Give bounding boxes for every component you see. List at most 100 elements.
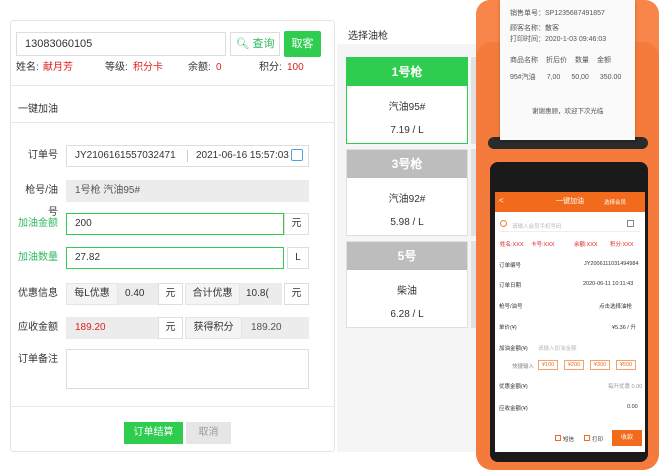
print-label: 打印 [592, 437, 604, 443]
nozzle-card[interactable]: 1号枪 汽油95# 7.19 / L [346, 57, 468, 144]
query-button[interactable]: 🔍︎ 查询 [230, 32, 280, 56]
divider [187, 150, 188, 162]
collect-payment-button[interactable]: 收款 [612, 430, 642, 446]
nozzle-fuel: 柴油 [397, 286, 417, 297]
nozzle-panel-title: 选择油枪 [348, 31, 388, 42]
sms-label: 短信 [563, 437, 575, 443]
receipt-col: 折后价 [546, 57, 567, 64]
nozzle-label: 枪号/油号 [25, 185, 58, 218]
receipt-header: 商品名称 折后价 数量 金额 [500, 45, 635, 66]
quick-amount-button[interactable]: ¥300 [590, 360, 611, 370]
balance-value: 0 [216, 62, 222, 73]
nozzle-price: 6.28 / L [390, 309, 424, 320]
receivable-value: 189.20 [66, 317, 158, 339]
receipt-cell: 7,00 [546, 74, 561, 81]
qty-input[interactable]: 27.82 [66, 247, 284, 269]
app-row-value: JY2006111031494984 [584, 261, 639, 267]
nozzle-fuel: 汽油92# [388, 194, 426, 205]
qty-label: 加油数量 [18, 252, 58, 263]
qty-unit: L [287, 247, 309, 269]
balance-label: 余额: [188, 62, 211, 73]
query-label: 查询 [252, 38, 275, 50]
member-phone-input[interactable]: 13083060105 [16, 32, 226, 56]
receivable-unit: 元 [158, 317, 183, 339]
quick-amount-button[interactable]: ¥100 [538, 360, 559, 370]
remark-label: 订单备注 [18, 354, 58, 365]
amount-label: 加油金额 [18, 218, 58, 229]
earn-points-value: 189.20 [242, 317, 309, 339]
settle-button[interactable]: 订单结算 [124, 422, 183, 444]
back-icon[interactable]: < [499, 196, 504, 205]
app-row-value: 0.00 [627, 404, 638, 410]
nozzle-card[interactable]: 3号枪 汽油92# 5.98 / L [346, 149, 468, 236]
nozzle-name: 5号 [347, 242, 467, 270]
receipt-line: 顾客名称：散客 [510, 25, 559, 32]
level-label: 等级: [105, 62, 128, 73]
total-discount-value: 10.8( [240, 283, 282, 305]
app-info: 卡号:XXX [531, 242, 555, 248]
per-l-unit: 元 [158, 283, 183, 305]
points-value: 100 [287, 62, 304, 73]
quick-amount-button[interactable]: ¥500 [616, 360, 637, 370]
app-search-input[interactable]: 请输入会员手机号码 [512, 222, 562, 230]
remark-input[interactable] [66, 349, 309, 389]
name-value: 献月芳 [43, 62, 73, 73]
receipt-col: 金额 [597, 57, 611, 64]
app-row-value: 每升优惠 0.00 [608, 384, 643, 390]
app-info: 积分:XXX [610, 242, 634, 248]
nozzle-field: 1号枪 汽油95# [66, 180, 309, 202]
app-amount-input[interactable]: 请输入加油金额 [538, 344, 577, 352]
print-checkbox[interactable] [584, 435, 590, 441]
amount-input[interactable]: 200 [66, 213, 284, 235]
calendar-icon[interactable] [291, 149, 303, 161]
receipt-cell: 95#汽油 [510, 74, 536, 81]
discount-label: 优惠信息 [18, 288, 58, 299]
receivable-label: 应收金额 [18, 322, 58, 333]
order-number: JY2106161557032471 [75, 150, 176, 161]
divider [10, 85, 335, 86]
user-icon [500, 220, 507, 227]
receipt-col: 数量 [575, 57, 589, 64]
receipt-row: 95#汽油 7,00 50,00 350.00 [500, 66, 635, 83]
divider [10, 122, 335, 123]
nozzle-name: 1号枪 [347, 58, 467, 86]
app-row-value[interactable]: 2020-06-11 10:11:43 [583, 281, 633, 287]
order-label: 订单号 [28, 150, 58, 161]
amount-unit: 元 [284, 213, 309, 235]
per-l-value: 0.40 [118, 283, 158, 305]
app-row-label: 快捷输入 [512, 364, 535, 370]
member-select[interactable]: 选择会员 [604, 198, 626, 206]
name-label: 姓名: [16, 62, 39, 73]
receipt-line: 销售单号：SP1235687491857 [510, 10, 605, 17]
level-value: 积分卡 [133, 62, 163, 73]
total-discount-unit: 元 [284, 283, 309, 305]
app-info: 姓名:XXX [500, 242, 524, 248]
receipt-cell: 350.00 [599, 74, 622, 81]
app-row-label: 加油金额(¥) [499, 346, 528, 352]
search-icon: 🔍︎ [235, 38, 250, 50]
nozzle-price: 5.98 / L [390, 217, 424, 228]
scan-icon[interactable] [627, 220, 634, 227]
quick-amount-button[interactable]: ¥200 [564, 360, 585, 370]
printed-receipt: 销售单号：SP1235687491857 顾客名称：散客 打印时间：2020-1… [500, 0, 635, 140]
receipt-col: 商品名称 [510, 57, 538, 64]
app-info: 余额:XXX [574, 242, 598, 248]
total-discount-label: 合计优惠 [185, 283, 240, 305]
section-title: 一键加油 [18, 104, 58, 115]
per-l-label: 每L优惠 [66, 283, 118, 305]
nozzle-card[interactable]: 5号 柴油 6.28 / L [346, 241, 468, 328]
app-row-label: 订单日期 [499, 283, 522, 289]
app-row-value: ¥5.36 / 升 [612, 325, 636, 331]
app-row-value[interactable]: 点击选择油枪 [599, 302, 632, 310]
divider [10, 406, 335, 407]
receipt-cell: 50,00 [571, 74, 589, 81]
cancel-button[interactable]: 取消 [186, 422, 231, 444]
order-time[interactable]: 2021-06-16 15:57:03 [196, 145, 289, 167]
receipt-line: 打印时间：2020-1-03 09:46:03 [510, 36, 607, 43]
earn-points-label: 获得积分 [185, 317, 242, 339]
cancel-member-button[interactable]: 取客 [284, 31, 321, 57]
nozzle-price: 7.19 / L [390, 125, 424, 136]
nozzle-name: 3号枪 [347, 150, 467, 178]
sms-checkbox[interactable] [555, 435, 561, 441]
app-row-label: 应收金额(¥) [499, 406, 528, 412]
